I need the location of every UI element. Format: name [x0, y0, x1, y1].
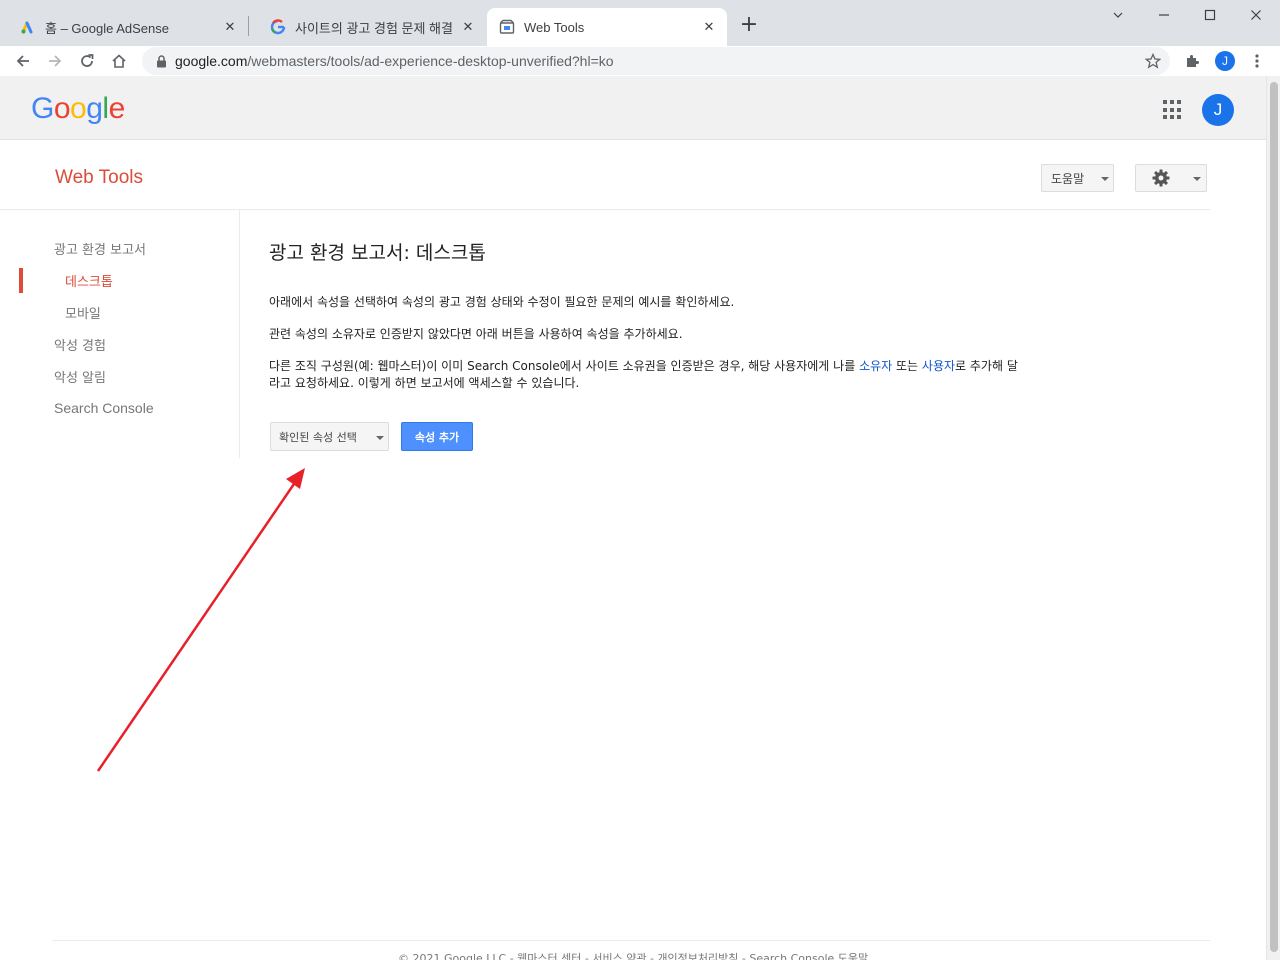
minimize-button[interactable] — [1141, 4, 1187, 26]
gear-icon — [1152, 169, 1170, 187]
close-icon[interactable]: ✕ — [222, 19, 238, 35]
sidebar: 광고 환경 보고서 데스크톱 모바일 악성 경험 악성 알림 Search Co… — [0, 210, 240, 458]
adsense-icon — [20, 19, 36, 35]
add-property-paragraph: 관련 속성의 소유자로 인증받지 않았다면 아래 버튼을 사용하여 속성을 추가… — [269, 327, 683, 341]
close-icon[interactable]: ✕ — [701, 19, 717, 35]
url-text: google.com/webmasters/tools/ad-experienc… — [175, 53, 614, 69]
tab-title: 사이트의 광고 경험 문제 해결 - — [295, 20, 454, 36]
google-g-icon — [270, 19, 286, 35]
arrow-left-icon — [16, 55, 29, 67]
tab-ad-experience-help[interactable]: 사이트의 광고 경험 문제 해결 - ✕ — [250, 8, 486, 46]
active-item-marker — [19, 268, 23, 293]
browser-tab-bar: 홈 – Google AdSense ✕ 사이트의 광고 경험 문제 해결 - … — [0, 0, 1280, 46]
maximize-button[interactable] — [1187, 4, 1233, 26]
add-property-button[interactable]: 속성 추가 — [401, 422, 473, 451]
sidebar-item-mobile[interactable]: 모바일 — [65, 303, 101, 322]
intro-paragraph: 아래에서 속성을 선택하여 속성의 광고 경험 상태와 수정이 필요한 문제의 … — [269, 295, 735, 309]
select-label: 확인된 속성 선택 — [279, 430, 357, 444]
arrow-right-icon — [49, 55, 62, 67]
caret-down-icon — [1101, 177, 1109, 181]
caret-down-icon — [376, 436, 384, 440]
request-access-paragraph: 다른 조직 구성원(예: 웹마스터)이 이미 Search Console에서 … — [269, 358, 1021, 392]
chevron-down-icon — [1113, 12, 1123, 18]
tab-adsense[interactable]: 홈 – Google AdSense ✕ — [0, 8, 248, 46]
sidebar-item-abusive-experiences[interactable]: 악성 경험 — [54, 335, 106, 354]
page-scrollbar[interactable] — [1266, 76, 1280, 960]
sidebar-item-abusive-notifications[interactable]: 악성 알림 — [54, 367, 106, 386]
paragraph-text: 다른 조직 구성원(예: 웹마스터)이 이미 Search Console에서 … — [269, 359, 860, 373]
account-avatar[interactable]: J — [1202, 94, 1234, 126]
web-tools-icon — [499, 19, 515, 35]
caret-down-icon — [1193, 177, 1201, 181]
browser-toolbar: google.com/webmasters/tools/ad-experienc… — [0, 46, 1280, 76]
close-icon — [1251, 10, 1261, 20]
settings-dropdown-button[interactable] — [1135, 164, 1207, 192]
help-label: 도움말 — [1051, 171, 1085, 186]
tab-title: Web Tools — [524, 19, 585, 35]
sidebar-item-desktop[interactable]: 데스크톱 — [65, 271, 113, 290]
owner-link[interactable]: 소유자 — [859, 359, 892, 373]
url-host: google.com — [175, 53, 248, 69]
reload-button[interactable] — [74, 48, 100, 74]
maximize-icon — [1204, 9, 1216, 21]
new-tab-button[interactable]: + — [738, 14, 760, 37]
paragraph-text: 또는 — [892, 359, 922, 373]
scrollbar-thumb[interactable] — [1270, 82, 1278, 952]
reload-icon — [81, 54, 94, 67]
minimize-window-button[interactable] — [1095, 4, 1141, 26]
apps-grid-icon[interactable] — [1163, 100, 1183, 120]
google-logo[interactable]: Google — [31, 92, 125, 126]
kebab-menu-icon — [1255, 54, 1259, 68]
home-button[interactable] — [106, 48, 132, 74]
close-window-button[interactable] — [1233, 4, 1279, 26]
divider — [52, 940, 1210, 941]
extensions-button[interactable] — [1179, 48, 1205, 74]
tab-title: 홈 – Google AdSense — [45, 20, 169, 36]
browser-menu-button[interactable] — [1244, 48, 1270, 74]
sidebar-item-search-console[interactable]: Search Console — [54, 400, 154, 416]
minimize-icon — [1159, 14, 1169, 16]
close-icon[interactable]: ✕ — [460, 19, 476, 35]
profile-button[interactable]: J — [1212, 48, 1238, 74]
forward-button[interactable] — [42, 48, 68, 74]
bookmark-star-icon[interactable] — [1144, 52, 1162, 70]
url-path: /webmasters/tools/ad-experience-desktop-… — [247, 53, 614, 69]
footer-links[interactable]: © 2021 Google LLC - 웹마스터 센터 - 서비스 약관 - 개… — [398, 950, 868, 960]
app-title[interactable]: Web Tools — [55, 167, 143, 189]
address-bar[interactable]: google.com/webmasters/tools/ad-experienc… — [142, 47, 1170, 75]
tab-separator — [248, 16, 249, 36]
sidebar-item-ad-experience-report[interactable]: 광고 환경 보고서 — [54, 239, 146, 258]
back-button[interactable] — [10, 48, 36, 74]
lock-icon[interactable] — [154, 54, 168, 68]
verified-property-select[interactable]: 확인된 속성 선택 — [270, 422, 389, 451]
avatar: J — [1215, 51, 1235, 71]
annotation-arrow — [96, 468, 305, 772]
puzzle-icon — [1187, 55, 1199, 67]
google-header: Google J — [0, 76, 1266, 140]
tab-web-tools[interactable]: Web Tools ✕ — [487, 8, 727, 46]
help-dropdown-button[interactable]: 도움말 — [1041, 164, 1114, 192]
page-title: 광고 환경 보고서: 데스크톱 — [269, 242, 486, 264]
home-icon — [112, 54, 126, 68]
user-link[interactable]: 사용자 — [922, 359, 955, 373]
